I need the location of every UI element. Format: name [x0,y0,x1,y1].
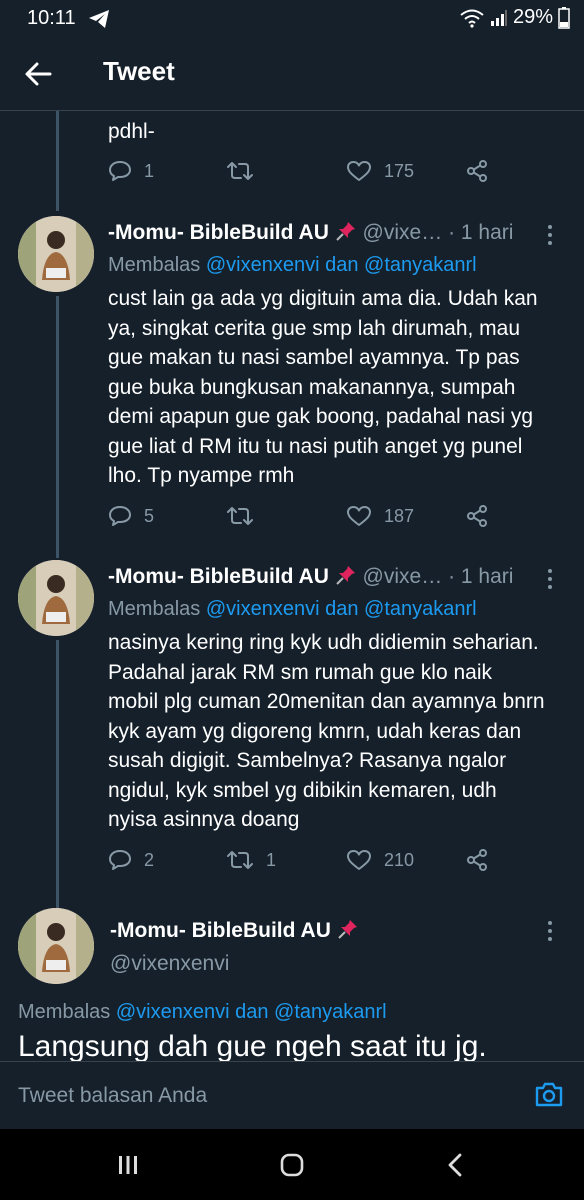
tweet-header: -Momu- BibleBuild AU [110,918,359,943]
share-button[interactable] [465,159,489,183]
reply-button[interactable]: 1 [108,159,154,183]
reply-conjunction: dan [325,598,359,620]
status-right: 29% [459,6,570,29]
user-handle[interactable]: @vixenxenvi [110,952,229,976]
like-count: 187 [384,505,415,526]
more-vertical-icon[interactable] [546,224,554,246]
user-handle[interactable]: @vixe… [363,565,443,588]
signal-icon [490,9,507,26]
tweet-time: · 1 hari [448,221,514,244]
retweet-button[interactable] [226,504,266,528]
like-count: 210 [384,849,415,870]
camera-icon[interactable] [534,1080,564,1108]
share-button[interactable] [465,504,489,528]
focused-tweet-text: Langsung dah gue ngeh saat itu jg. [18,1030,487,1061]
avatar-photo [18,908,94,984]
wifi-icon [460,9,484,28]
retweet-button[interactable] [226,159,266,183]
reply-context: Membalas @vixenxenvi dan @tanyakanrl [108,598,477,621]
retweet-icon [227,507,253,525]
like-button[interactable]: 187 [346,504,414,528]
retweet-count: 1 [266,849,277,870]
reply-count: 2 [144,849,155,870]
reply-context: Membalas @vixenxenvi dan @tanyakanrl [108,254,477,277]
reply-count: 1 [144,160,155,181]
user-handle[interactable]: @vixe… [363,221,443,244]
reply-conjunction: dan [235,1001,269,1023]
pushpin-icon [335,566,355,585]
like-count: 175 [384,160,415,181]
reply-count: 5 [144,505,155,526]
back-arrow-icon[interactable] [22,58,54,90]
display-name[interactable]: -Momu- BibleBuild AU [108,221,329,244]
reply-icon [109,161,131,181]
retweet-icon [227,851,253,869]
telegram-icon [89,10,109,28]
reply-prefix: Membalas [108,254,201,276]
tweet-text: pdhl- [108,120,155,143]
reply-bar: Tweet balasan Anda [0,1061,584,1130]
reply-button[interactable]: 5 [108,504,154,528]
tweet-actions: 5 187 [108,504,528,538]
reply-prefix: Membalas [108,598,201,620]
reply-conjunction: dan [325,254,359,276]
share-icon [467,849,487,871]
like-button[interactable]: 175 [346,159,414,183]
avatar-photo [18,216,94,292]
more-vertical-icon[interactable] [546,920,554,942]
pushpin-icon [337,920,357,939]
clipped-text-line [108,105,488,111]
status-bar: 10:11 29% [0,0,584,38]
back-nav-icon[interactable] [444,1152,466,1178]
mention-link[interactable]: @tanyakanrl [364,598,477,620]
avatar-photo [18,560,94,636]
mention-link[interactable]: @vixenxenvi [116,1001,230,1023]
heart-icon [347,850,371,870]
battery-percent: 29% [512,6,553,28]
tweet-actions: 2 1 210 [108,848,528,882]
tweet-previous[interactable]: pdhl- 1 175 [0,111,584,195]
system-nav-bar [0,1129,584,1200]
reply-input[interactable]: Tweet balasan Anda [18,1084,207,1108]
mention-link[interactable]: @vixenxenvi [206,254,320,276]
retweet-icon [227,162,253,180]
more-vertical-icon[interactable] [546,568,554,590]
battery-icon [558,6,570,29]
tweet-time: · 1 hari [448,565,514,588]
mention-link[interactable]: @vixenxenvi [206,598,320,620]
display-name[interactable]: -Momu- BibleBuild AU [110,919,331,942]
avatar[interactable] [18,560,94,636]
tweet-item[interactable]: -Momu- BibleBuild AU @vixe… · 1 hari Mem… [0,556,584,896]
tweet-item[interactable]: -Momu- BibleBuild AU @vixe… · 1 hari Mem… [0,212,584,542]
pushpin-icon [335,222,355,241]
avatar[interactable] [18,216,94,292]
avatar[interactable] [18,908,94,984]
share-icon [467,160,487,182]
retweet-button[interactable]: 1 [226,848,276,872]
tweet-text: cust lain ga ada yg digituin ama dia. Ud… [108,287,538,487]
tweet-header: -Momu- BibleBuild AU @vixe… · 1 hari [108,564,513,589]
display-name[interactable]: -Momu- BibleBuild AU [108,565,329,588]
mention-link[interactable]: @tanyakanrl [364,254,477,276]
mention-link[interactable]: @tanyakanrl [274,1001,387,1023]
tweet-header: -Momu- BibleBuild AU @vixe… · 1 hari [108,220,513,245]
app-bar: Tweet [0,38,584,111]
heart-icon [347,161,371,181]
tweet-text: nasinya kering ring kyk udh didiemin seh… [108,631,545,831]
share-icon [467,505,487,527]
reply-button[interactable]: 2 [108,848,154,872]
reply-icon [109,850,131,870]
share-button[interactable] [465,848,489,872]
reply-prefix: Membalas [18,1001,111,1023]
heart-icon [347,506,371,526]
focused-tweet[interactable]: -Momu- BibleBuild AU @vixenxenvi Membala… [0,906,584,1061]
status-time: 10:11 [27,7,76,29]
page-title: Tweet [103,56,175,86]
like-button[interactable]: 210 [346,848,414,872]
tweet-actions: 1 175 [108,159,528,193]
home-icon[interactable] [279,1152,305,1178]
reply-icon [109,506,131,526]
recent-apps-icon[interactable] [116,1153,140,1177]
reply-context: Membalas @vixenxenvi dan @tanyakanrl [18,1001,387,1024]
